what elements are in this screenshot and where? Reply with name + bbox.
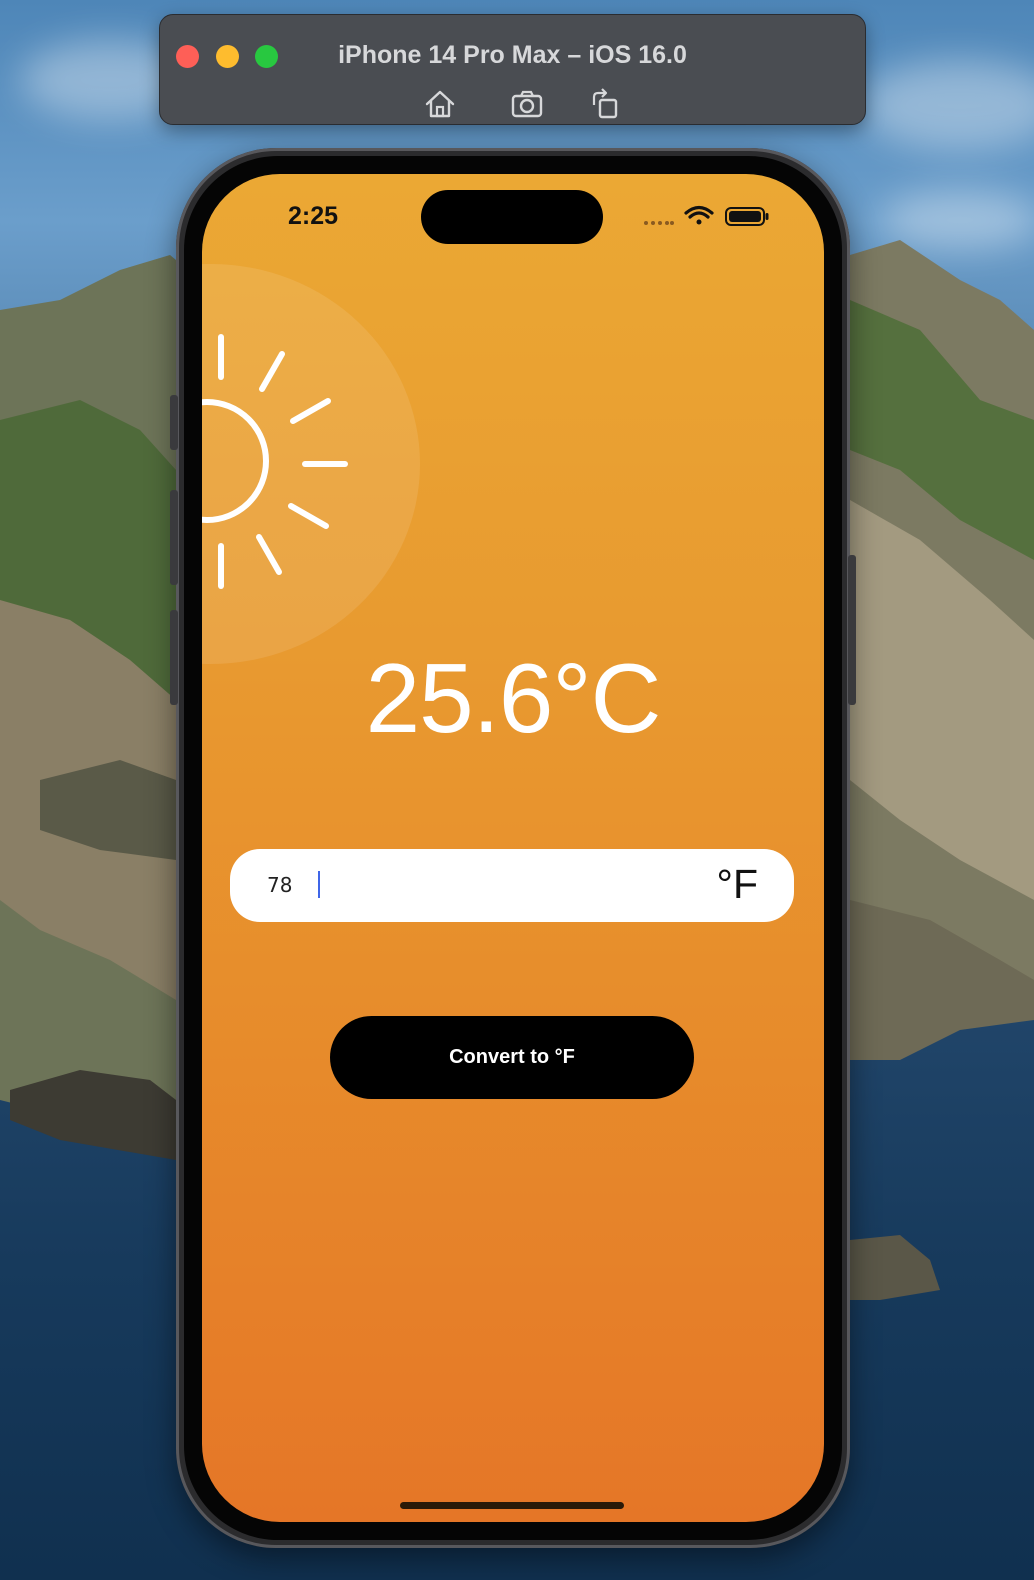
simulator-title: iPhone 14 Pro Max – iOS 16.0 [338, 41, 687, 69]
action-button [170, 395, 178, 450]
screenshot-icon [511, 90, 543, 118]
rotate-button[interactable] [588, 87, 622, 121]
convert-button[interactable]: Convert to °F [330, 1016, 694, 1099]
volume-down-button [170, 610, 178, 705]
temperature-display: 25.6°C [365, 643, 662, 753]
temperature-input-value[interactable]: 78 [267, 873, 292, 897]
screenshot-button[interactable] [510, 87, 544, 121]
status-time: 2:25 [288, 202, 339, 230]
text-caret [318, 871, 320, 898]
simulator-title-bar: iPhone 14 Pro Max – iOS 16.0 [159, 14, 866, 125]
volume-up-button [170, 490, 178, 585]
rotate-icon [592, 88, 618, 119]
app-screen: 2:25 25.6°C 78 °F Convert to °F [202, 174, 824, 1522]
temperature-input[interactable]: 78 °F [230, 849, 794, 922]
home-button[interactable] [423, 87, 457, 121]
home-icon [425, 90, 455, 118]
unit-label: °F [716, 861, 758, 907]
dynamic-island [421, 190, 603, 244]
wifi-icon [684, 205, 714, 225]
sun-icon [202, 334, 348, 589]
battery-icon [725, 207, 769, 226]
signal-icon [644, 221, 674, 225]
side-button [848, 555, 856, 705]
home-indicator[interactable] [400, 1502, 624, 1509]
status-icons [642, 202, 772, 228]
